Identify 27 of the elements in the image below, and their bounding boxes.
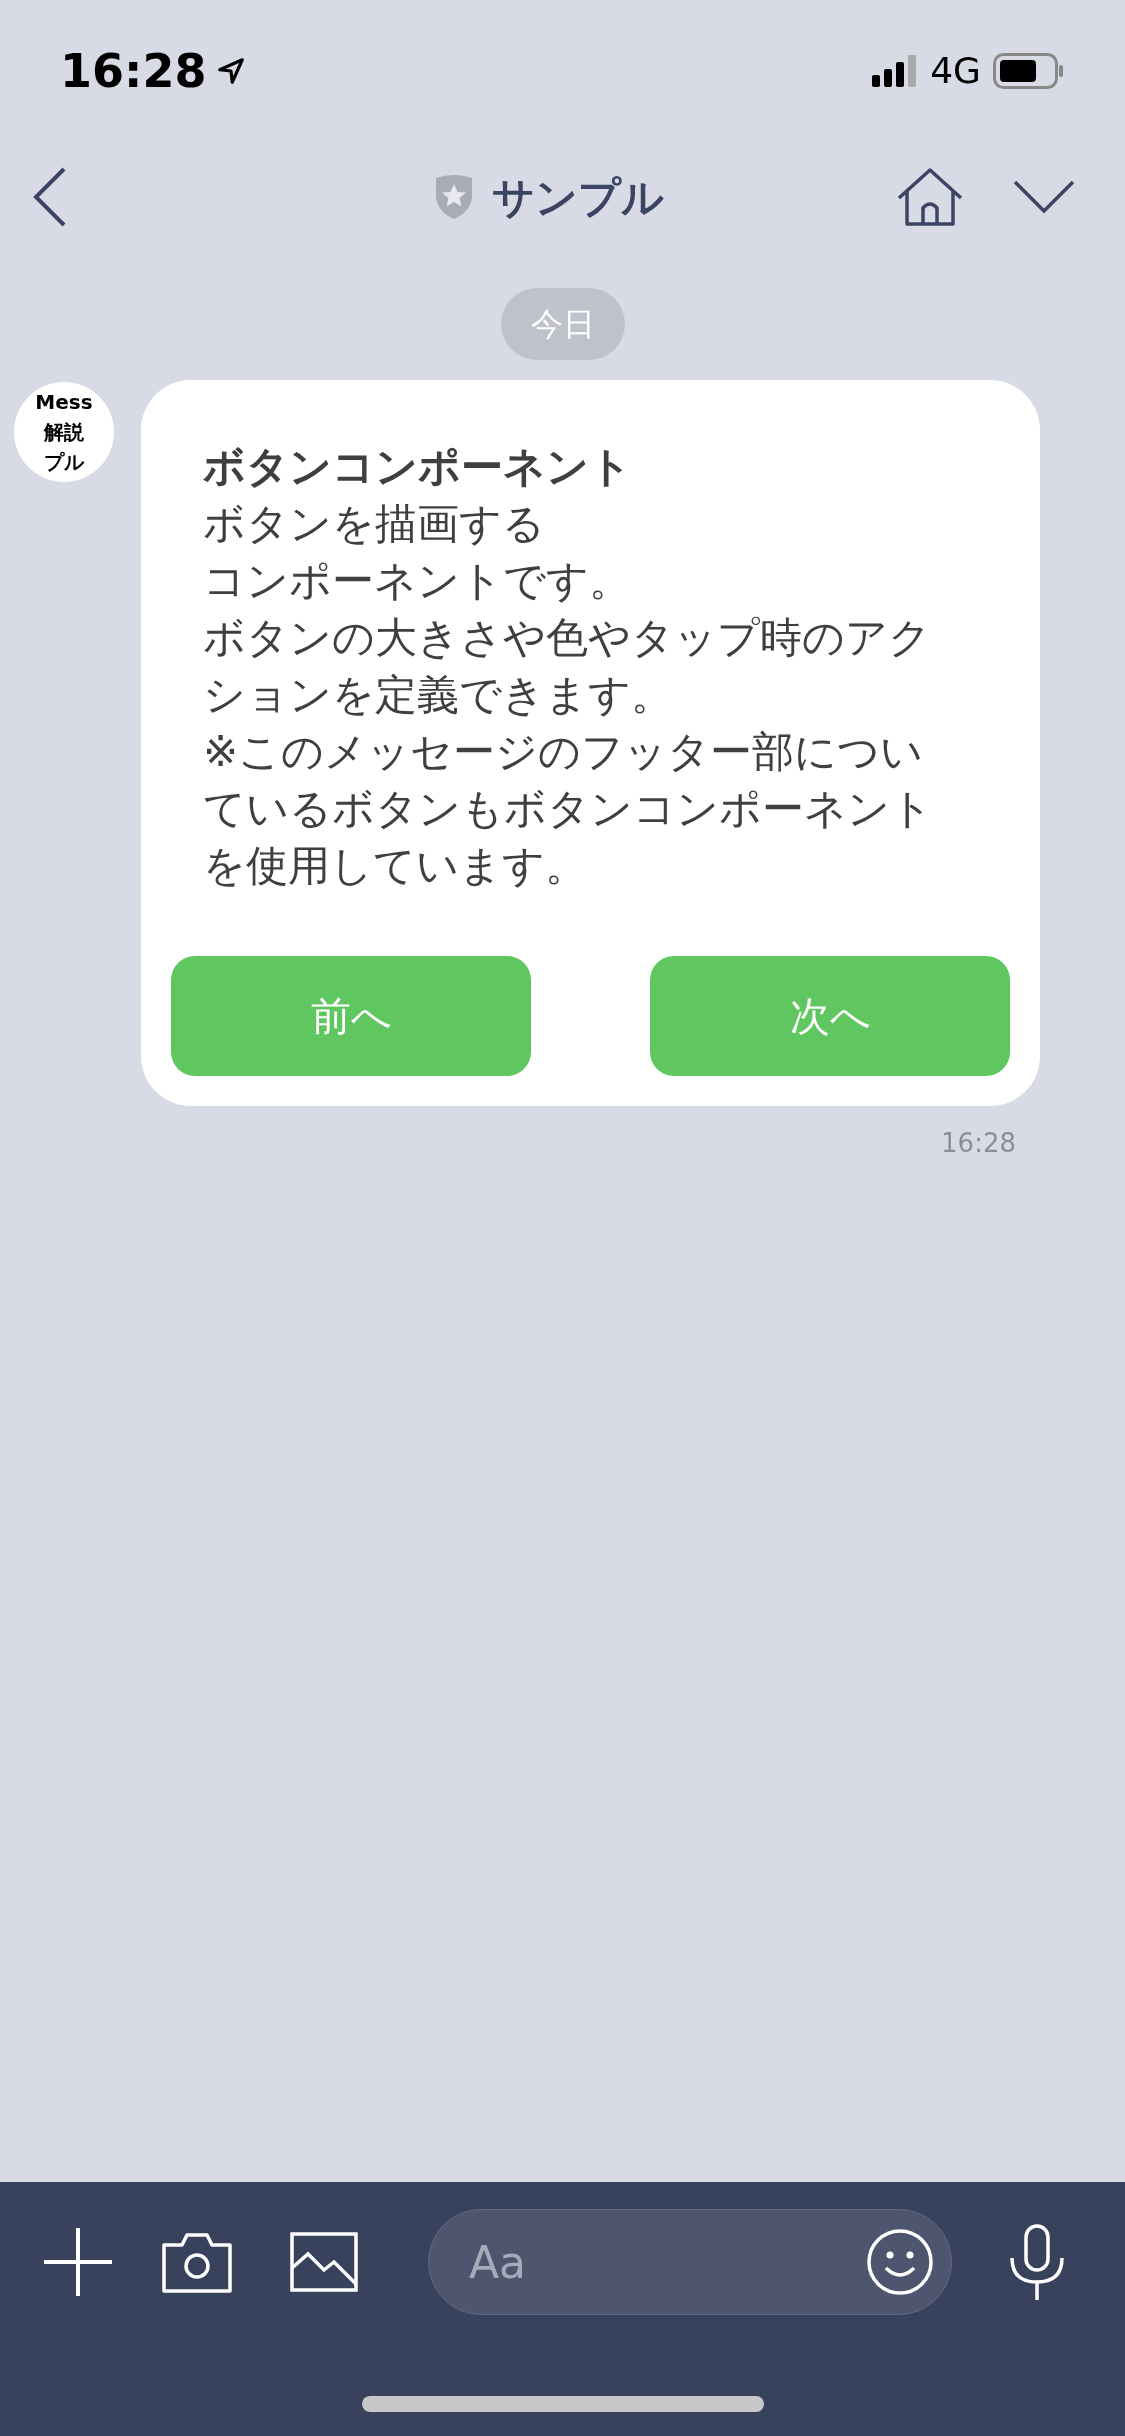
shield-star-icon xyxy=(433,174,474,220)
message-title: ボタンコンポーネント xyxy=(203,441,633,493)
message-text: コンポーネントです。 xyxy=(203,555,632,607)
avatar-text: 解説 xyxy=(44,419,84,446)
signal-icon xyxy=(872,55,919,87)
date-chip: 今日 xyxy=(500,288,625,360)
message-input[interactable]: Aa xyxy=(428,2209,952,2315)
emoji-icon[interactable] xyxy=(866,2228,934,2296)
microphone-icon[interactable] xyxy=(1008,2224,1066,2300)
battery-icon xyxy=(993,53,1065,89)
action-button[interactable]: 次へ xyxy=(650,956,1010,1076)
message-text: ※このメッセージのフッター部についているボタンもボタンコンポーネントを使用しています。 xyxy=(203,726,934,892)
home-icon[interactable] xyxy=(897,168,963,226)
avatar-text: Mess xyxy=(35,389,93,416)
chevron-down-icon[interactable] xyxy=(1013,180,1075,214)
image-icon[interactable] xyxy=(290,2232,358,2292)
chat-title: サンプル xyxy=(491,171,664,224)
status-time: 16:28 xyxy=(60,48,207,94)
message-time: 16:28 xyxy=(941,1127,1016,1160)
plus-icon[interactable] xyxy=(44,2228,112,2296)
camera-icon[interactable] xyxy=(162,2231,232,2293)
location-arrow-icon xyxy=(216,56,247,86)
action-button[interactable]: 前へ xyxy=(171,956,531,1076)
network-label: 4G xyxy=(930,53,981,89)
avatar-text: プル xyxy=(44,449,84,476)
message-text: ボタンを描画する xyxy=(203,498,546,550)
message-text: ボタンの大きさや色やタップ時のアクションを定義できます。 xyxy=(203,612,932,721)
